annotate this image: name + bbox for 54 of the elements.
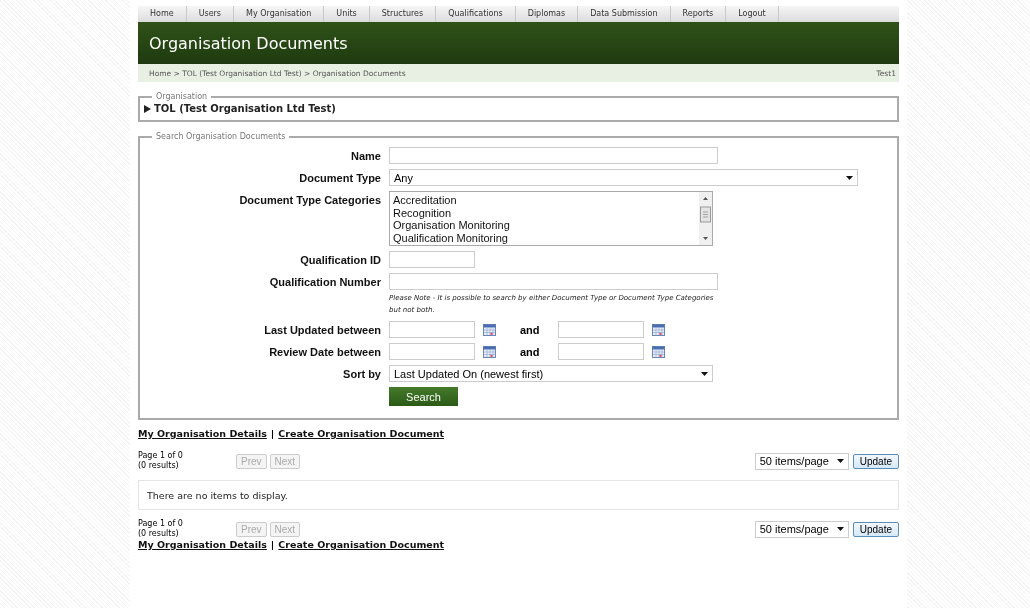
field-label: Document Type (298, 171, 381, 184)
input-field[interactable] (389, 273, 718, 290)
link-separator: | (270, 428, 275, 439)
and-label: and (519, 323, 541, 336)
page-count: Page 1 of 0 (138, 451, 184, 461)
page-count: Page 1 of 0 (138, 519, 184, 529)
page-link[interactable]: My Organisation Details (138, 539, 267, 550)
field-label: Review Date between (268, 345, 381, 358)
page-link[interactable]: Create Organisation Document (278, 428, 445, 439)
caret-icon (836, 459, 844, 463)
calendar-icon[interactable] (483, 345, 496, 358)
input-field[interactable] (389, 147, 718, 164)
items-per-page-select[interactable]: 50 items/page (754, 452, 849, 470)
organisation-toggle[interactable]: TOL (Test Organisation Ltd Test) (144, 103, 893, 114)
list-option[interactable]: Organisation Monitoring (393, 219, 510, 233)
caret-icon (836, 527, 844, 531)
calendar-icon[interactable] (483, 323, 496, 336)
result-count: (0 results) (138, 461, 180, 471)
field-label: Document Type Categories (238, 193, 381, 206)
page-title: Organisation Documents (149, 33, 348, 53)
field-label: Qualification ID (299, 253, 381, 266)
caret-icon (846, 175, 853, 180)
input-field[interactable] (389, 251, 475, 268)
scrollbar-icon[interactable] (699, 192, 712, 245)
panel-legend: Search Organisation Documents (152, 132, 290, 141)
date-field[interactable] (557, 321, 644, 338)
list-option[interactable]: Qualification Monitoring (393, 232, 510, 245)
field-label: Name (350, 149, 381, 162)
select-field[interactable]: Last Updated On (newest first) (389, 365, 713, 382)
items-per-page-select[interactable]: 50 items/page (754, 520, 849, 538)
triangle-icon (144, 104, 151, 113)
caret-icon (701, 371, 708, 376)
field-label: Sort by (342, 367, 381, 380)
update-button[interactable]: Update (852, 453, 899, 469)
date-field[interactable] (389, 321, 475, 338)
select-field[interactable]: Any (389, 169, 858, 186)
list-box[interactable]: Accreditation Recognition Organisation Monitoring Qualification Monitoring (389, 191, 713, 246)
panel-legend: Organisation (152, 92, 212, 101)
page-link[interactable]: Create Organisation Document (278, 539, 445, 550)
link-separator: | (270, 539, 275, 550)
page-link[interactable]: My Organisation Details (138, 428, 267, 439)
date-field[interactable] (557, 343, 644, 360)
empty-message: There are no items to display. (138, 480, 899, 510)
field-label: Qualification Number (268, 275, 381, 288)
update-button[interactable]: Update (852, 521, 899, 537)
search-button[interactable]: Search (389, 387, 458, 406)
date-field[interactable] (389, 343, 475, 360)
result-count: (0 results) (138, 529, 180, 539)
list-option[interactable]: Recognition (393, 206, 510, 220)
calendar-icon[interactable] (651, 323, 665, 336)
field-label: Last Updated between (263, 323, 381, 336)
list-option[interactable]: Accreditation (393, 194, 510, 207)
and-label: and (519, 345, 541, 358)
calendar-icon[interactable] (651, 345, 665, 358)
